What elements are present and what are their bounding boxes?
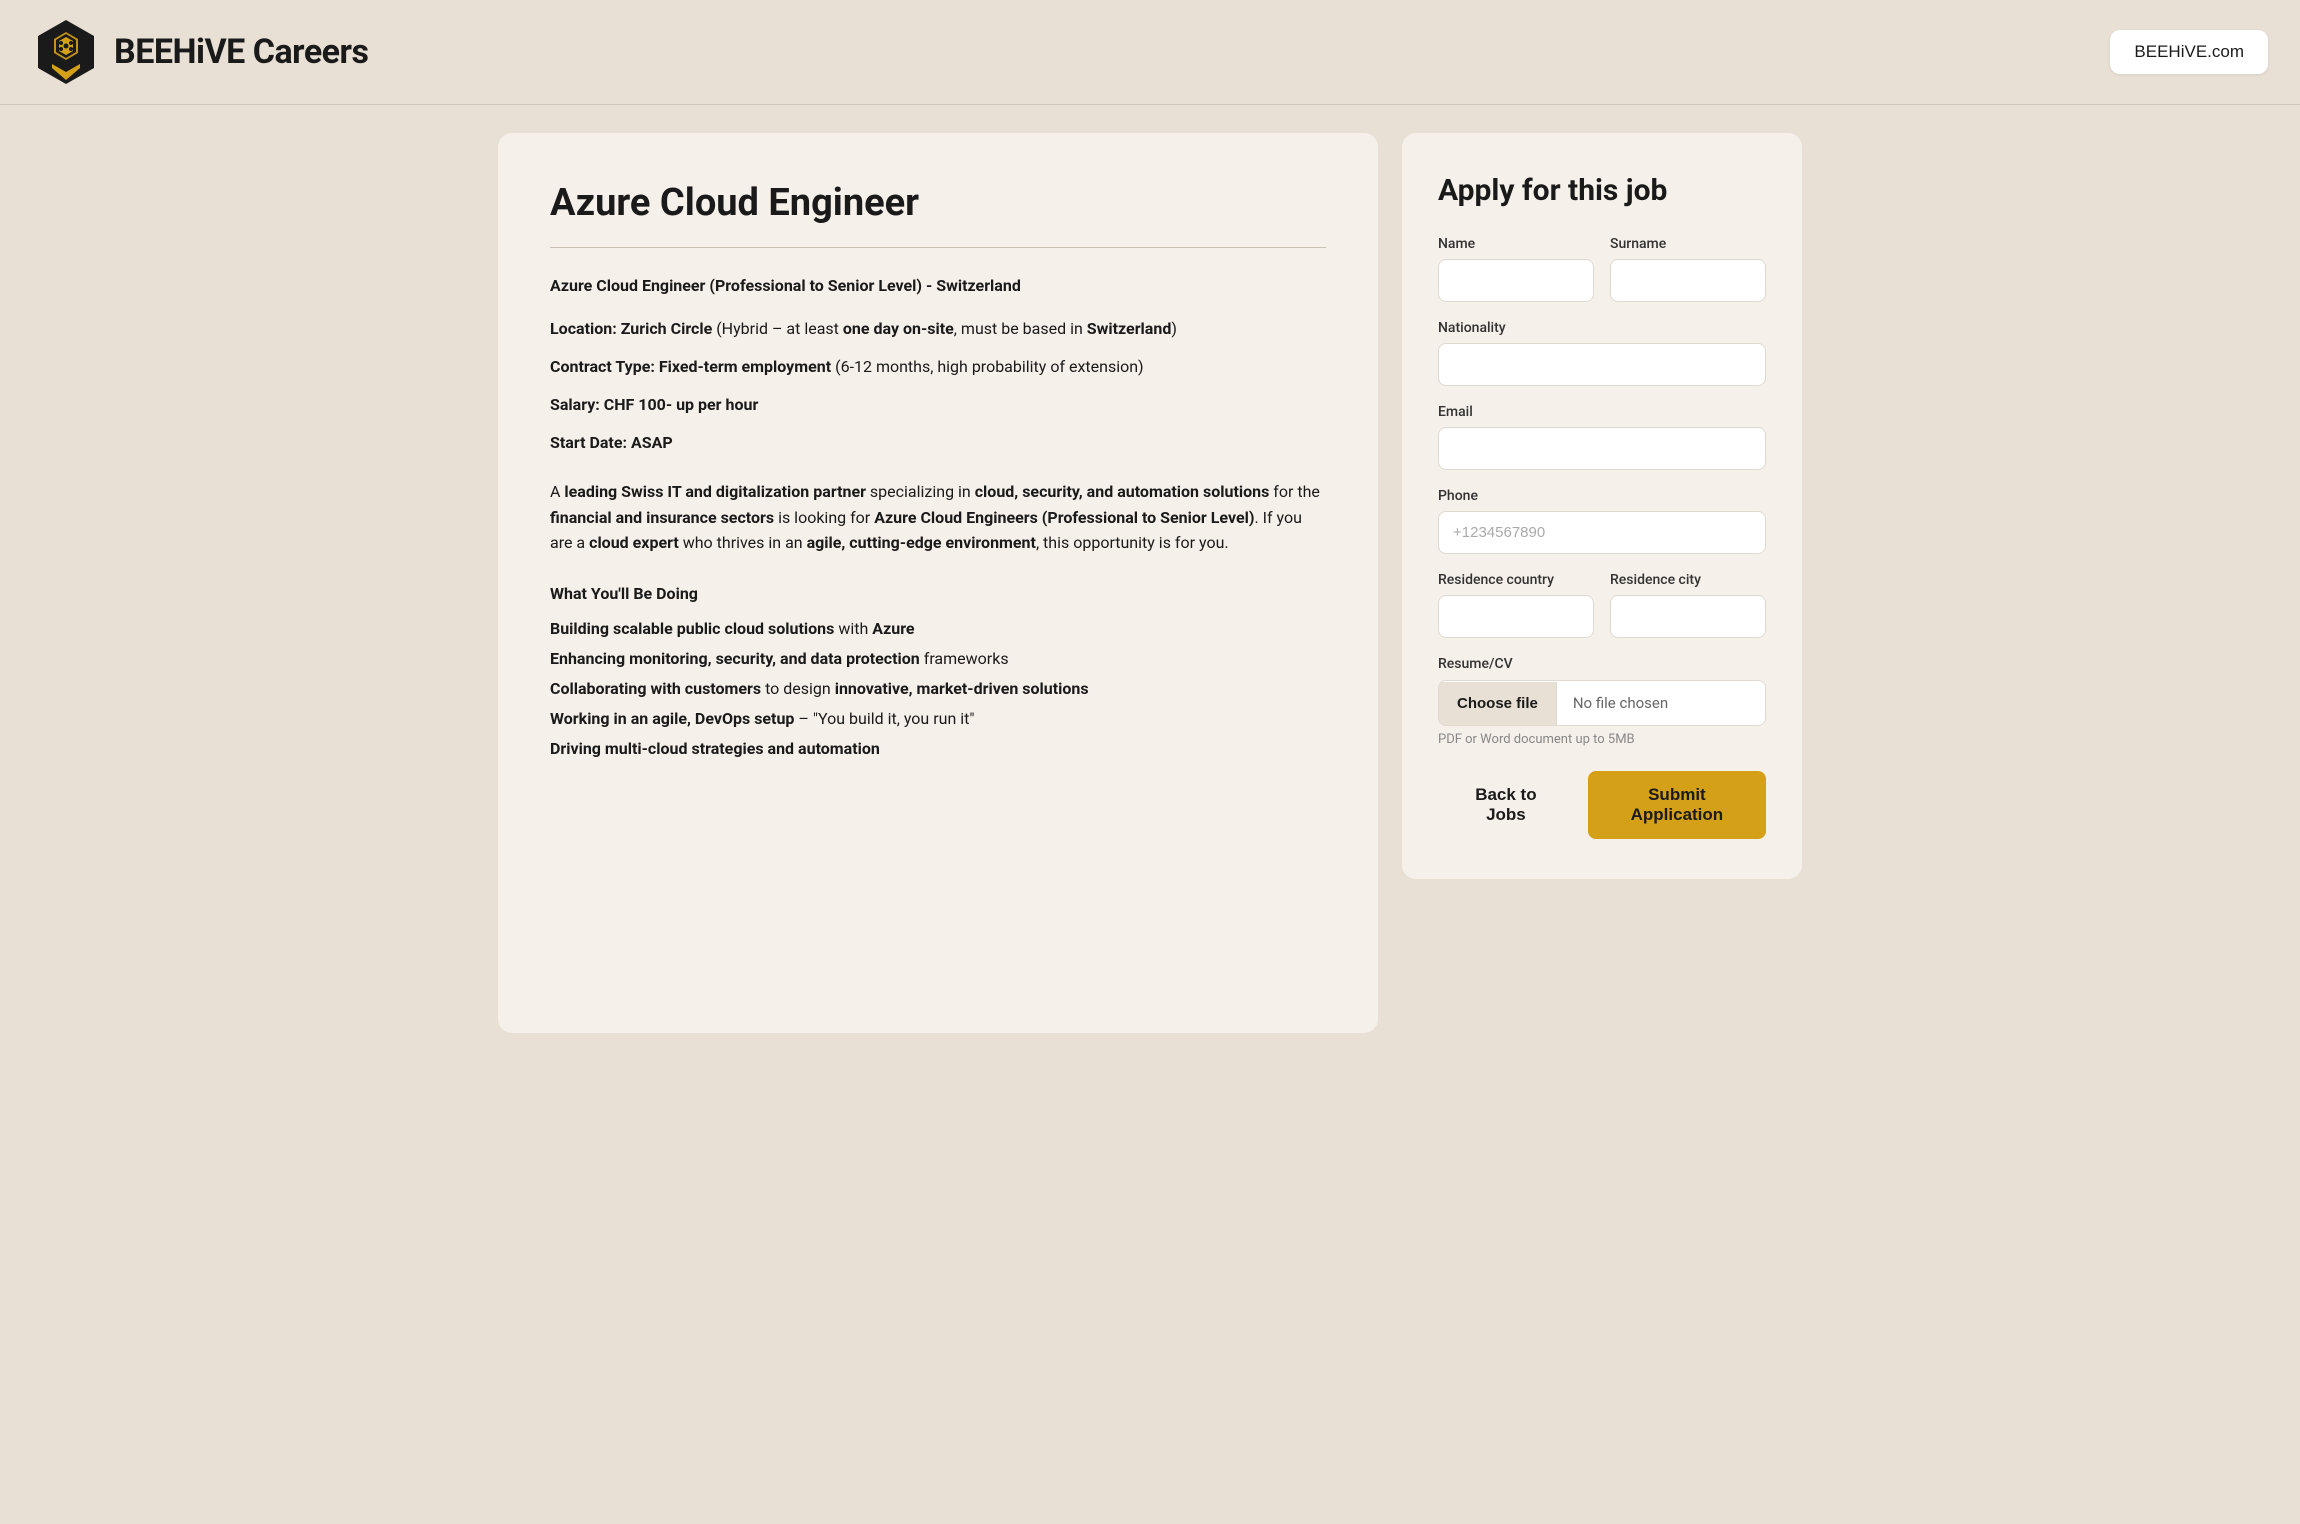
logo-area: BEEHiVE Careers	[32, 18, 368, 86]
page-body: Azure Cloud Engineer Azure Cloud Enginee…	[470, 105, 1830, 1061]
name-group: Name	[1438, 236, 1594, 302]
logo-title: BEEHiVE Careers	[114, 32, 368, 72]
residence-city-label: Residence city	[1610, 572, 1766, 588]
job-title: Azure Cloud Engineer	[550, 181, 1326, 225]
title-divider	[550, 247, 1326, 248]
resume-label: Resume/CV	[1438, 656, 1766, 672]
phone-input[interactable]	[1438, 511, 1766, 554]
residence-country-input[interactable]	[1438, 595, 1594, 638]
residence-city-group: Residence city	[1610, 572, 1766, 638]
form-actions: Back to Jobs Submit Application	[1438, 771, 1766, 839]
name-label: Name	[1438, 236, 1594, 252]
list-item: Driving multi-cloud strategies and autom…	[550, 737, 1326, 761]
phone-group: Phone	[1438, 488, 1766, 554]
choose-file-button[interactable]: Choose file	[1439, 682, 1557, 725]
job-intro-paragraph: A leading Swiss IT and digitalization pa…	[550, 479, 1326, 556]
residence-country-label: Residence country	[1438, 572, 1594, 588]
residence-row: Residence country Residence city	[1438, 572, 1766, 638]
residence-city-input[interactable]	[1610, 595, 1766, 638]
surname-group: Surname	[1610, 236, 1766, 302]
application-form-panel: Apply for this job Name Surname National…	[1402, 133, 1802, 879]
file-name-display: No file chosen	[1557, 681, 1765, 725]
job-location: Location: Zurich Circle (Hybrid – at lea…	[550, 317, 1326, 341]
name-input[interactable]	[1438, 259, 1594, 302]
list-item: Building scalable public cloud solutions…	[550, 617, 1326, 641]
list-item: Working in an agile, DevOps setup – "You…	[550, 707, 1326, 731]
phone-label: Phone	[1438, 488, 1766, 504]
file-upload-row: Choose file No file chosen	[1438, 680, 1766, 726]
nationality-group: Nationality	[1438, 320, 1766, 386]
doing-list: Building scalable public cloud solutions…	[550, 617, 1326, 761]
list-item: Collaborating with customers to design i…	[550, 677, 1326, 701]
email-label: Email	[1438, 404, 1766, 420]
nationality-input[interactable]	[1438, 343, 1766, 386]
beehive-logo-icon	[32, 18, 100, 86]
job-subtitle: Azure Cloud Engineer (Professional to Se…	[550, 276, 1326, 295]
back-to-jobs-button[interactable]: Back to Jobs	[1438, 771, 1574, 839]
list-item: Enhancing monitoring, security, and data…	[550, 647, 1326, 671]
submit-application-button[interactable]: Submit Application	[1588, 771, 1766, 839]
surname-input[interactable]	[1610, 259, 1766, 302]
residence-country-group: Residence country	[1438, 572, 1594, 638]
job-salary: Salary: CHF 100- up per hour	[550, 393, 1326, 417]
email-group: Email	[1438, 404, 1766, 470]
what-doing-heading: What You'll Be Doing	[550, 584, 1326, 603]
file-hint-text: PDF or Word document up to 5MB	[1438, 732, 1766, 747]
job-contract: Contract Type: Fixed-term employment (6-…	[550, 355, 1326, 379]
email-input[interactable]	[1438, 427, 1766, 470]
nationality-label: Nationality	[1438, 320, 1766, 336]
site-header: BEEHiVE Careers BEEHiVE.com	[0, 0, 2300, 105]
job-description-panel: Azure Cloud Engineer Azure Cloud Enginee…	[498, 133, 1378, 1033]
surname-label: Surname	[1610, 236, 1766, 252]
form-title: Apply for this job	[1438, 173, 1766, 208]
job-start-date: Start Date: ASAP	[550, 431, 1326, 455]
site-link-button[interactable]: BEEHiVE.com	[2110, 30, 2268, 74]
resume-section: Resume/CV Choose file No file chosen PDF…	[1438, 656, 1766, 747]
name-surname-row: Name Surname	[1438, 236, 1766, 302]
